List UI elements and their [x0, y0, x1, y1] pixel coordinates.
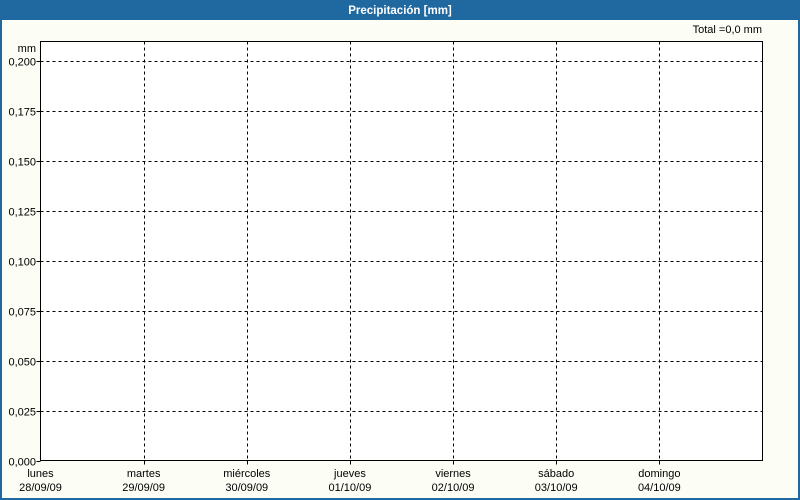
x-day-label: miércoles — [223, 468, 271, 480]
x-date-label: 29/09/09 — [122, 482, 165, 494]
y-tick-label: 0,050 — [8, 357, 36, 369]
y-tick-label: 0,025 — [8, 407, 36, 419]
y-tick-label: 0,175 — [8, 107, 36, 119]
x-day-label: domingo — [638, 468, 680, 480]
x-date-label: 30/09/09 — [225, 482, 268, 494]
x-date-label: 04/10/09 — [638, 482, 681, 494]
y-tick-label: 0,075 — [8, 307, 36, 319]
y-tick-label: 0,000 — [8, 457, 36, 469]
x-date-label: 01/10/09 — [329, 482, 372, 494]
y-tick-label: 0,200 — [8, 57, 36, 69]
x-day-label: sábado — [538, 468, 574, 480]
x-day-label: viernes — [435, 468, 471, 480]
precipitation-chart-window: Precipitación [mm] Total =0,0 mm mm 0,00… — [0, 0, 800, 500]
x-date-label: 02/10/09 — [432, 482, 475, 494]
y-tick-label: 0,150 — [8, 157, 36, 169]
y-tick-label: 0,125 — [8, 207, 36, 219]
plot-area — [40, 41, 763, 461]
y-tick-label: 0,100 — [8, 257, 36, 269]
x-date-label: 28/09/09 — [19, 482, 62, 494]
x-day-label: martes — [127, 468, 161, 480]
x-day-label: lunes — [27, 468, 54, 480]
x-day-label: jueves — [333, 468, 366, 480]
x-date-label: 03/10/09 — [535, 482, 578, 494]
precipitation-plot: 0,000 0,025 0,050 0,075 0,100 0,125 0,150 0,175… — [8, 41, 763, 494]
